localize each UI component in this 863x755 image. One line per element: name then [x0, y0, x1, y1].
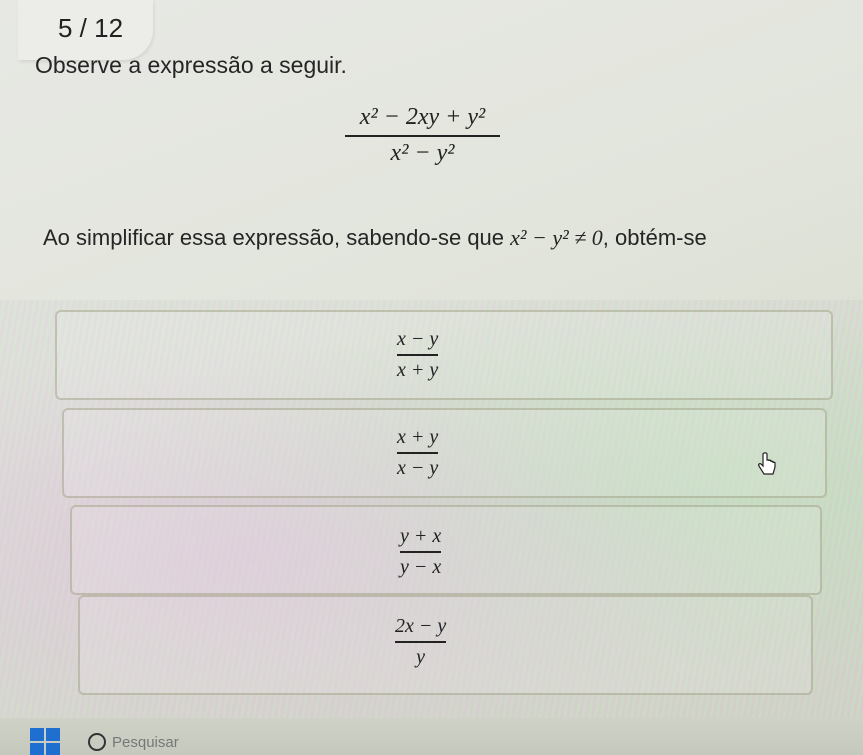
search-icon[interactable]: [88, 733, 106, 751]
option-numerator: y + x: [400, 525, 442, 547]
option-denominator: x − y: [397, 457, 439, 479]
question-counter-tab: 5 / 12: [18, 0, 153, 60]
option-4-fraction: 2x − y y: [395, 615, 447, 669]
question-condition: x² − y² ≠ 0: [510, 225, 603, 250]
question-counter: 5 / 12: [58, 13, 124, 43]
option-numerator: 2x − y: [395, 615, 447, 637]
option-numerator: x + y: [397, 426, 439, 448]
answer-option-2[interactable]: x + y x − y: [62, 408, 827, 498]
option-2-fraction: x + y x − y: [397, 426, 439, 480]
option-1-fraction: x − y x + y: [397, 328, 439, 382]
answer-option-1[interactable]: x − y x + y: [55, 310, 833, 400]
windows-start-icon[interactable]: [30, 728, 60, 755]
expression-numerator: x² − 2xy + y²: [359, 104, 486, 130]
question-before: Ao simplificar essa expressão, sabendo-s…: [43, 225, 505, 250]
option-denominator: y: [416, 646, 426, 668]
option-denominator: x + y: [397, 359, 439, 381]
hand-pointer-icon: [758, 452, 776, 475]
answer-option-4[interactable]: 2x − y y: [78, 595, 813, 695]
option-denominator: y − x: [400, 556, 442, 578]
prompt-text: Observe a expressão a seguir.: [35, 52, 347, 78]
question-after: , obtém-se: [602, 225, 707, 250]
question-text: Ao simplificar essa expressão, sabendo-s…: [43, 225, 707, 251]
option-numerator: x − y: [397, 328, 439, 350]
option-3-fraction: y + x y − x: [400, 525, 442, 579]
expression-denominator: x² − y²: [390, 140, 455, 166]
main-expression: x² − 2xy + y² x² − y²: [345, 104, 500, 167]
taskbar-search-input[interactable]: Pesquisar: [112, 734, 202, 755]
answer-option-3[interactable]: y + x y − x: [70, 505, 822, 595]
